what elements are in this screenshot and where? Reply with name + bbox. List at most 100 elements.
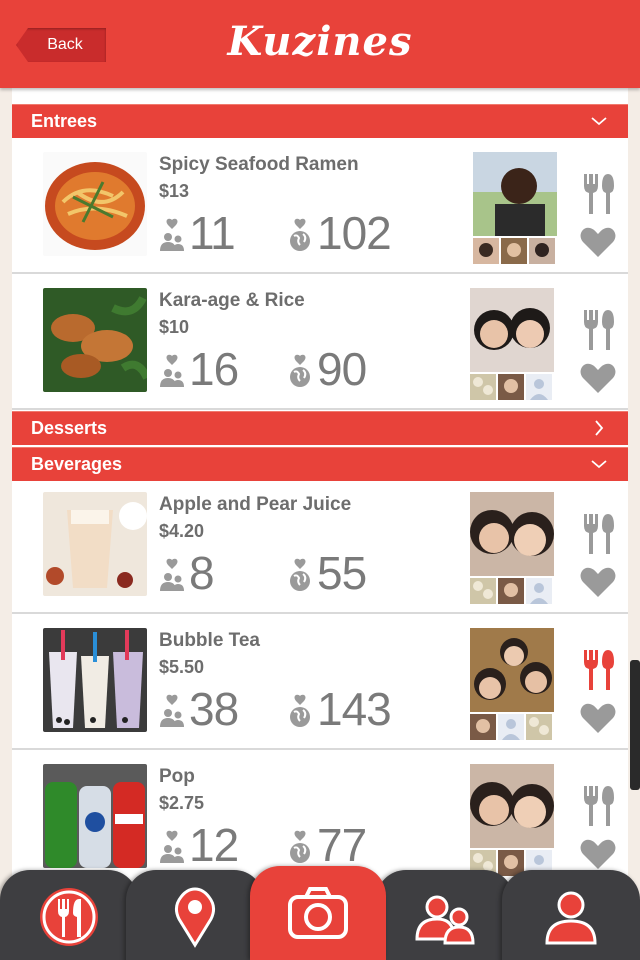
friends-count-value: 11 [189,207,236,259]
app-header: Back Kuzines [0,0,640,88]
scrollbar[interactable] [630,660,640,790]
friend-thumb[interactable] [498,714,524,740]
friend-thumb[interactable] [498,374,524,400]
food-photo [43,628,147,732]
item-name: Pop [159,766,195,787]
map-pin-icon [174,887,216,948]
section-header-entrees[interactable]: Entrees [12,104,628,138]
global-count: 143 [287,683,392,735]
friends-count-value: 8 [189,547,215,599]
food-photo [43,152,147,256]
friend-thumb[interactable] [470,578,496,604]
friends-count-value: 38 [189,683,239,735]
global-count-value: 143 [317,683,392,735]
profile-tab[interactable] [502,870,640,960]
friend-thumb[interactable] [501,238,527,264]
heart-icon[interactable] [580,226,616,258]
heart-icon[interactable] [580,702,616,734]
friend-thumbnails [470,374,556,400]
friends-like-icon [160,830,184,863]
friends-count: 38 [159,683,239,735]
menu-tab[interactable] [0,870,138,960]
tab-bar [0,866,640,960]
friends-tab[interactable] [376,870,514,960]
people-icon [415,895,475,945]
fork-icon[interactable] [580,512,616,556]
global-count: 55 [287,550,367,596]
item-name: Kara-age & Rice [159,290,305,311]
item-price: $4.20 [159,521,205,541]
location-tab[interactable] [126,870,264,960]
friend-photo[interactable] [470,764,554,848]
friend-thumb[interactable] [498,578,524,604]
friend-thumb[interactable] [529,238,555,264]
camera-icon [288,887,348,939]
item-price: $2.75 [159,793,205,813]
friend-photo[interactable] [470,288,554,372]
global-count: 77 [287,819,367,871]
friend-photo[interactable] [470,492,554,576]
friend-photo[interactable] [470,628,554,712]
global-count: 102 [287,207,392,259]
list-item[interactable]: Kara-age & Rice $10 16 90 [12,274,628,410]
list-item[interactable]: Spicy Seafood Ramen $13 11 102 [12,138,628,274]
food-photo [43,764,147,868]
friends-like-icon [160,354,184,387]
app-logo: Kuzines [227,18,413,65]
heart-icon[interactable] [580,362,616,394]
friend-thumbnails [470,578,556,604]
global-count-value: 102 [317,207,392,259]
section-header-desserts[interactable]: Desserts [12,411,628,445]
friends-like-icon [160,218,184,251]
fork-icon[interactable] [580,172,616,216]
friends-count: 16 [159,343,239,395]
item-price: $10 [159,317,190,337]
global-count-value: 77 [317,819,367,871]
friend-thumb[interactable] [526,578,552,604]
item-price: $13 [159,181,190,201]
chevron-right-icon [595,420,604,436]
section-title: Beverages [31,454,123,474]
list-item[interactable]: Apple and Pear Juice $4.20 8 55 [12,478,628,614]
friends-count-value: 16 [189,343,239,395]
fork-knife-icon [40,888,98,946]
friend-thumb[interactable] [526,714,552,740]
friends-count: 11 [159,207,236,259]
person-icon [545,891,597,945]
section-title: Desserts [31,418,108,438]
item-name: Apple and Pear Juice [159,494,352,515]
section-title: Entrees [31,111,98,131]
fork-icon[interactable] [580,784,616,828]
item-name: Spicy Seafood Ramen [159,154,359,175]
friend-photo[interactable] [473,152,557,236]
section-header-beverages[interactable]: Beverages [12,447,628,481]
fork-icon-active[interactable] [580,648,616,692]
global-count-value: 90 [317,343,367,395]
item-name: Bubble Tea [159,630,260,651]
friends-count-value: 12 [189,819,239,871]
global-like-icon [290,694,310,727]
global-like-icon [290,218,310,251]
fork-icon[interactable] [580,308,616,352]
friend-thumb[interactable] [470,714,496,740]
friends-like-icon [160,694,184,727]
friends-count: 8 [159,547,215,599]
global-like-icon [290,354,310,387]
item-price: $5.50 [159,657,205,677]
friend-thumb[interactable] [473,238,499,264]
list-item[interactable]: Bubble Tea $5.50 38 143 [12,614,628,750]
friends-like-icon [160,558,184,591]
global-like-icon [290,830,310,863]
friend-thumb[interactable] [526,374,552,400]
camera-tab[interactable] [250,866,386,960]
heart-icon[interactable] [580,566,616,598]
chevron-down-icon [591,460,607,469]
friend-thumbnails [473,238,559,264]
food-photo [43,492,147,596]
menu-list[interactable]: Entrees Spicy Seafood Ramen $13 11 102 K… [12,88,628,960]
friend-thumbnails [470,714,556,740]
food-photo [43,288,147,392]
global-like-icon [290,558,310,591]
friend-thumb[interactable] [470,374,496,400]
chevron-down-icon [591,117,607,126]
